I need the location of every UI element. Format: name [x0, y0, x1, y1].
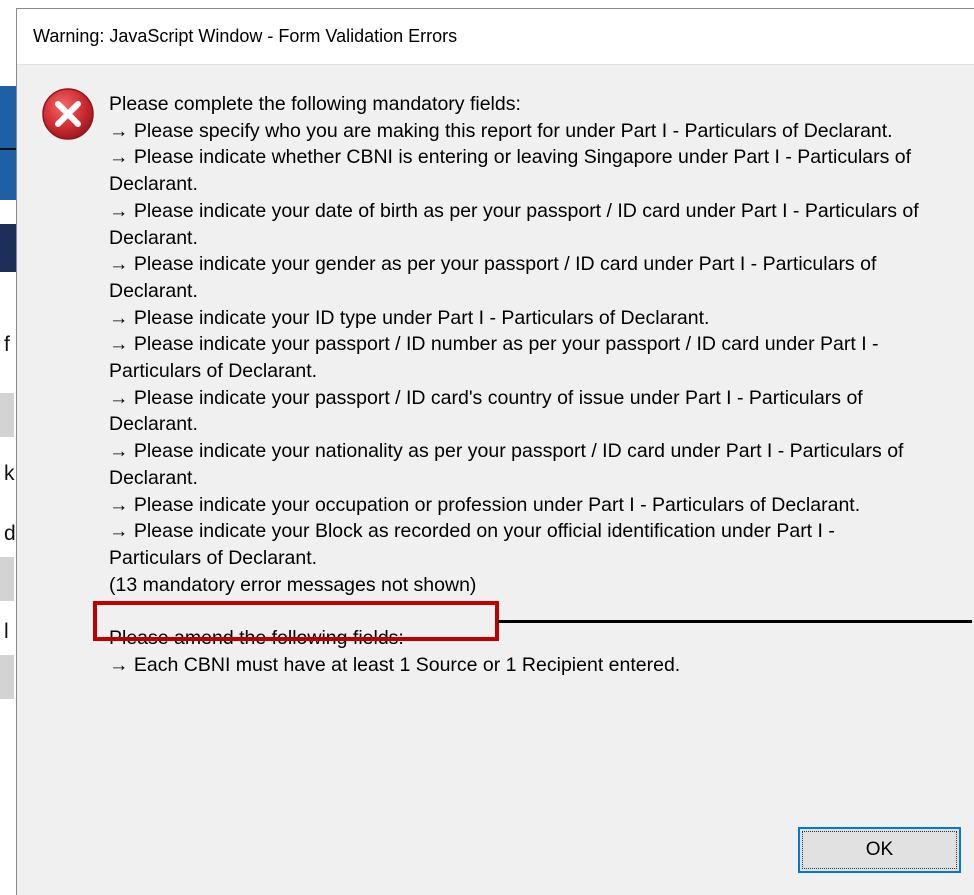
mandatory-item: → Please indicate your Block as recorded… [109, 520, 835, 543]
background-text-fragment: k [4, 462, 15, 485]
mandatory-item: Declarant. [109, 173, 198, 196]
warning-dialog: Warning: JavaScript Window - Form Valida… [16, 8, 974, 895]
mandatory-header: Please complete the following mandatory … [109, 93, 521, 115]
mandatory-item: → Please indicate your passport / ID num… [109, 333, 879, 356]
background-text-fragment: l [4, 620, 9, 643]
mandatory-item: → Please specify who you are making this… [109, 119, 893, 142]
mandatory-item: → Please indicate your occupation or pro… [109, 493, 861, 516]
screen: f k d l Warning: JavaScript Window - For… [0, 0, 974, 895]
background-text-fragment: d [4, 522, 16, 545]
dialog-title: Warning: JavaScript Window - Form Valida… [33, 26, 458, 46]
amend-item: → Each CBNI must have at least 1 Source … [109, 653, 681, 676]
background-text-fragment: f [4, 333, 10, 356]
mandatory-item: Declarant. [109, 226, 198, 249]
dialog-titlebar[interactable]: Warning: JavaScript Window - Form Valida… [17, 9, 974, 65]
mandatory-item: → Please indicate whether CBNI is enteri… [109, 146, 912, 169]
error-message: Please complete the following mandatory … [109, 91, 969, 678]
background-input-field [0, 393, 14, 437]
mandatory-item: → Please indicate your passport / ID car… [109, 386, 863, 409]
mandatory-item: → Please indicate your date of birth as … [109, 199, 919, 222]
mandatory-item: → Please indicate your ID type under Par… [109, 306, 710, 329]
annotation-pointer-line [498, 620, 972, 623]
background-input-field [0, 557, 14, 601]
error-icon [42, 88, 94, 140]
mandatory-item: Particulars of Declarant. [109, 546, 318, 569]
mandatory-item: Particulars of Declarant. [109, 360, 318, 383]
mandatory-item: Declarant. [109, 279, 198, 302]
hidden-messages-note: (13 mandatory error messages not shown) [109, 573, 477, 596]
mandatory-item: Declarant. [109, 466, 198, 489]
mandatory-item: → Please indicate your nationality as pe… [109, 440, 904, 463]
ok-button[interactable]: OK [798, 827, 961, 873]
mandatory-item: Declarant. [109, 413, 198, 436]
mandatory-item: → Please indicate your gender as per you… [109, 253, 877, 276]
background-input-field [0, 655, 14, 699]
annotation-highlight-box [93, 601, 499, 641]
